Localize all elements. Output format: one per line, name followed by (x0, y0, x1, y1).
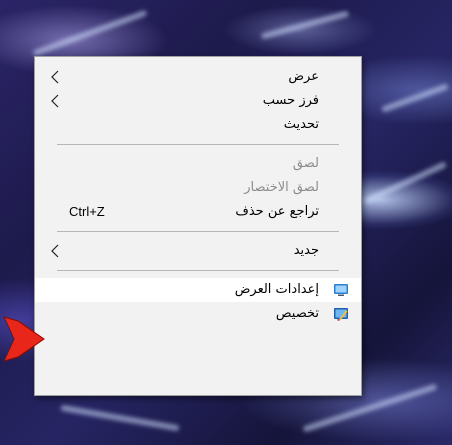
wallpaper-streak (32, 9, 148, 57)
menu-item-sort-by[interactable]: فرز حسب (35, 89, 361, 113)
menu-item-refresh[interactable]: تحديث (35, 113, 361, 137)
chevron-left-icon (51, 244, 59, 258)
display-icon (334, 284, 348, 296)
menu-item-label: جديد (293, 243, 319, 258)
menu-separator (57, 231, 339, 232)
menu-item-label: تراجع عن حذف (235, 204, 319, 219)
menu-item-label: تخصيص (275, 306, 319, 321)
red-arrow-icon (3, 316, 45, 362)
menu-item-paste-shortcut[interactable]: لصق الاختصار (35, 176, 361, 200)
menu-item-shortcut: Ctrl+Z (69, 204, 105, 219)
menu-item-label: إعدادات العرض (234, 282, 319, 297)
menu-item-display-settings[interactable]: إعدادات العرض (35, 278, 361, 302)
menu-item-label: عرض (288, 69, 319, 84)
wallpaper-streak (381, 83, 449, 113)
menu-item-label: فرز حسب (262, 93, 319, 108)
menu-item-label: لصق (292, 156, 319, 171)
wallpaper-streak (260, 10, 350, 40)
chevron-left-icon (51, 94, 59, 108)
menu-item-personalize[interactable]: تخصيص (35, 302, 361, 326)
menu-item-paste[interactable]: لصق (35, 152, 361, 176)
menu-item-new[interactable]: جديد (35, 239, 361, 263)
menu-item-label: تحديث (283, 117, 319, 132)
menu-item-view[interactable]: عرض (35, 65, 361, 89)
wallpaper-streak (60, 404, 180, 432)
desktop-context-menu: عرض فرز حسب تحديث لصق لصق الاختصار تراجع… (34, 56, 362, 396)
personalize-icon (334, 308, 348, 321)
menu-item-label: لصق الاختصار (244, 180, 319, 195)
wallpaper-streak (362, 161, 448, 205)
menu-separator (57, 270, 339, 271)
menu-item-undo-delete[interactable]: تراجع عن حذف Ctrl+Z (35, 200, 361, 224)
chevron-left-icon (51, 70, 59, 84)
menu-separator (57, 144, 339, 145)
